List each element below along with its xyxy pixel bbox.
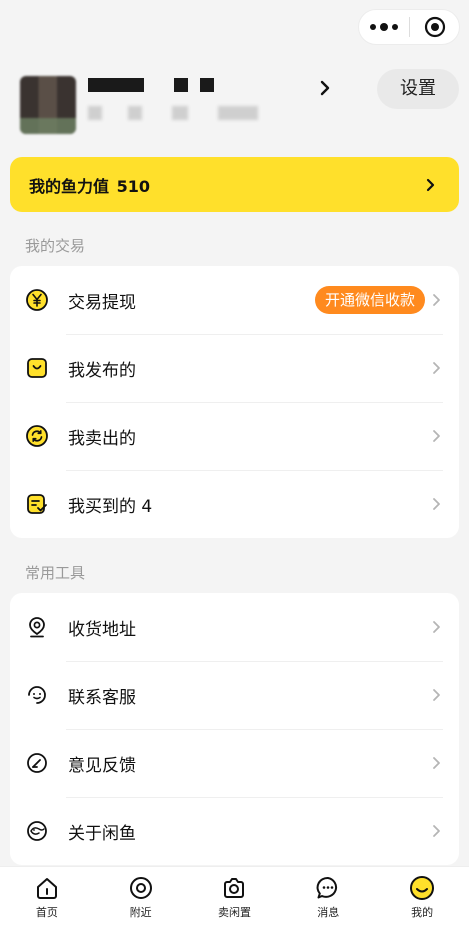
tab-mine[interactable]: 我的 (375, 867, 469, 925)
list-item-sold[interactable]: 我卖出的 (10, 402, 459, 470)
yen-coin-icon (24, 287, 50, 313)
location-pin-icon (24, 614, 50, 640)
miniprogram-capsule (358, 9, 460, 45)
list-item-label: 联系客服 (68, 687, 136, 708)
message-icon (316, 876, 338, 899)
receipt-check-icon (24, 491, 50, 517)
trade-card: 交易提现 开通微信收款 我发布的 我卖出的 我买到的 4 (10, 266, 459, 538)
chevron-right-icon (433, 689, 440, 701)
chevron-right-icon (426, 178, 435, 191)
list-item-label: 交易提现 (68, 292, 136, 313)
dot-icon (392, 24, 398, 30)
target-circle-icon (424, 16, 445, 38)
feedback-pen-icon (24, 750, 50, 776)
refresh-coin-icon (24, 423, 50, 449)
fish-power-value: 510 (116, 176, 150, 196)
chevron-right-icon (433, 430, 440, 442)
list-item-bought[interactable]: 我买到的 4 (10, 470, 459, 538)
chevron-right-icon[interactable] (318, 79, 332, 97)
profile-header[interactable]: 设置 (0, 60, 469, 150)
camera-icon (224, 878, 245, 898)
fish-logo-icon (24, 818, 50, 844)
tab-nearby[interactable]: 附近 (94, 867, 188, 925)
chevron-right-icon (433, 621, 440, 633)
list-item-withdraw[interactable]: 交易提现 开通微信收款 (10, 266, 459, 334)
dot-icon (380, 23, 388, 31)
smiley-icon (410, 876, 435, 900)
fish-power-title: 我的鱼力值 (29, 176, 110, 196)
list-item-customer-service[interactable]: 联系客服 (10, 661, 459, 729)
list-item-label: 关于闲鱼 (68, 823, 136, 844)
tab-sell[interactable]: 卖闲置 (188, 867, 282, 925)
chevron-right-icon (433, 362, 440, 374)
list-item-label: 我买到的 4 (68, 496, 153, 517)
tools-section-title: 常用工具 (25, 564, 86, 582)
list-item-address[interactable]: 收货地址 (10, 593, 459, 661)
list-item-published[interactable]: 我发布的 (10, 334, 459, 402)
list-item-feedback[interactable]: 意见反馈 (10, 729, 459, 797)
chevron-right-icon (433, 294, 440, 306)
dot-icon (370, 24, 376, 30)
bag-icon (24, 355, 50, 381)
list-item-label: 意见反馈 (68, 755, 136, 776)
home-icon (36, 878, 57, 899)
redacted-username (88, 78, 218, 94)
tab-label: 首页 (35, 906, 58, 919)
more-menu-button[interactable] (359, 23, 409, 31)
list-item-label: 收货地址 (68, 619, 136, 640)
tab-label: 我的 (411, 906, 434, 919)
trade-section-title: 我的交易 (25, 237, 86, 255)
chevron-right-icon (433, 498, 440, 510)
list-item-label: 我发布的 (68, 360, 136, 381)
redacted-user-info (88, 106, 263, 120)
open-wechat-payment-badge[interactable]: 开通微信收款 (314, 286, 425, 314)
fish-power-card[interactable]: 我的鱼力值 510 (10, 157, 459, 212)
nearby-icon (129, 877, 152, 899)
chevron-right-icon (433, 825, 440, 837)
list-item-about[interactable]: 关于闲鱼 (10, 797, 459, 865)
tab-label: 卖闲置 (217, 906, 251, 919)
headset-icon (24, 682, 50, 708)
bottom-tab-bar: 首页 附近 卖闲置 消息 我的 (0, 866, 469, 925)
close-miniprogram-button[interactable] (410, 16, 459, 38)
list-item-label: 我卖出的 (68, 428, 136, 449)
chevron-right-icon (433, 757, 440, 769)
avatar[interactable] (20, 76, 76, 134)
settings-button[interactable]: 设置 (377, 69, 459, 109)
tab-messages[interactable]: 消息 (281, 867, 375, 925)
tab-home[interactable]: 首页 (0, 867, 94, 925)
tab-label: 附近 (129, 906, 152, 919)
fish-power-label: 我的鱼力值 510 (27, 173, 150, 197)
tab-label: 消息 (317, 906, 340, 919)
tools-card: 收货地址 联系客服 意见反馈 关于闲鱼 (10, 593, 459, 865)
